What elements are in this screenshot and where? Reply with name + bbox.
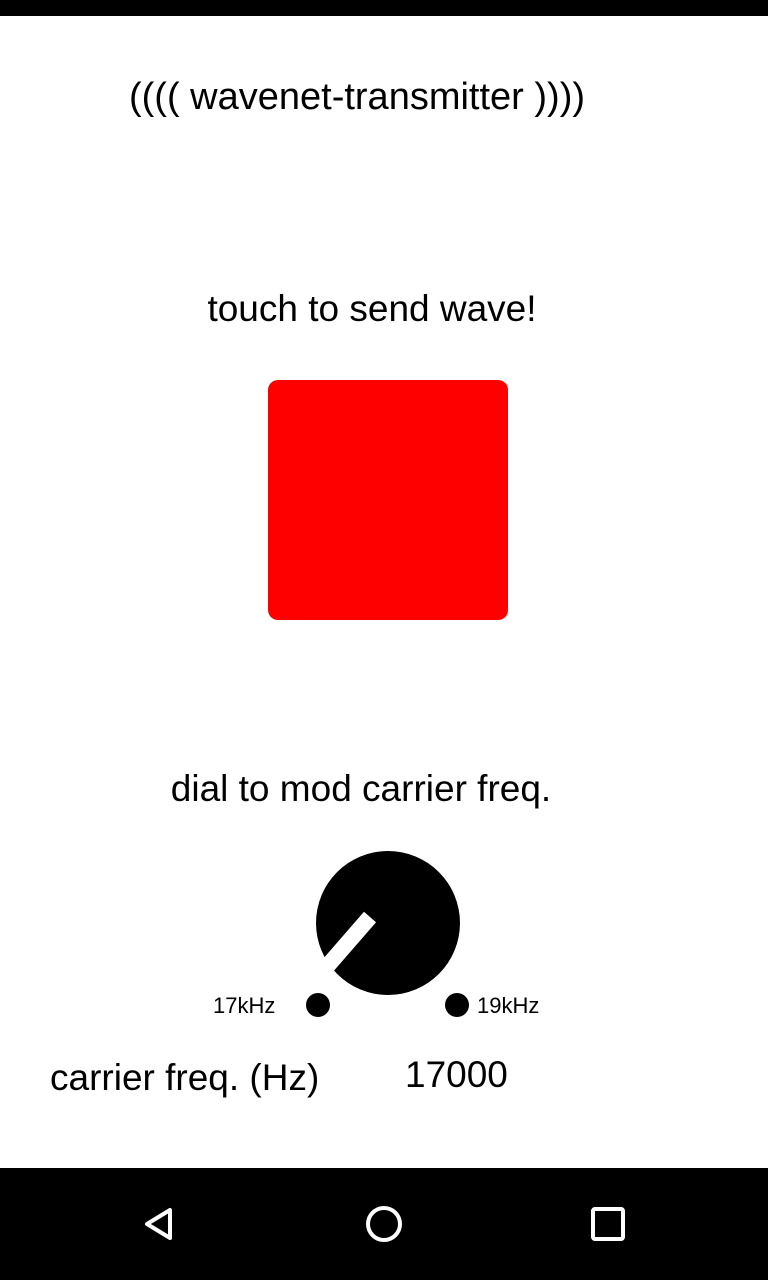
send-wave-button[interactable]: [268, 380, 508, 620]
recent-apps-button[interactable]: [548, 1168, 668, 1280]
dial-min-marker: [306, 993, 330, 1017]
carrier-freq-value: 17000: [405, 1054, 508, 1095]
dial-max-label: 19kHz: [477, 993, 540, 1018]
carrier-freq-dial[interactable]: [316, 851, 460, 995]
send-instruction-label: touch to send wave!: [207, 288, 537, 329]
status-bar: [0, 0, 768, 16]
back-icon: [145, 1208, 172, 1240]
navigation-bar: [0, 1168, 768, 1280]
home-icon: [366, 1206, 402, 1242]
dial-max-marker: [445, 993, 469, 1017]
dial-min-label: 17kHz: [213, 993, 276, 1018]
home-button[interactable]: [324, 1168, 444, 1280]
dial-instruction-label: dial to mod carrier freq.: [170, 768, 552, 809]
app-title: (((( wavenet-transmitter )))): [128, 76, 586, 118]
back-button[interactable]: [100, 1168, 220, 1280]
recent-apps-icon: [591, 1207, 625, 1241]
carrier-freq-label: carrier freq. (Hz): [50, 1057, 320, 1098]
